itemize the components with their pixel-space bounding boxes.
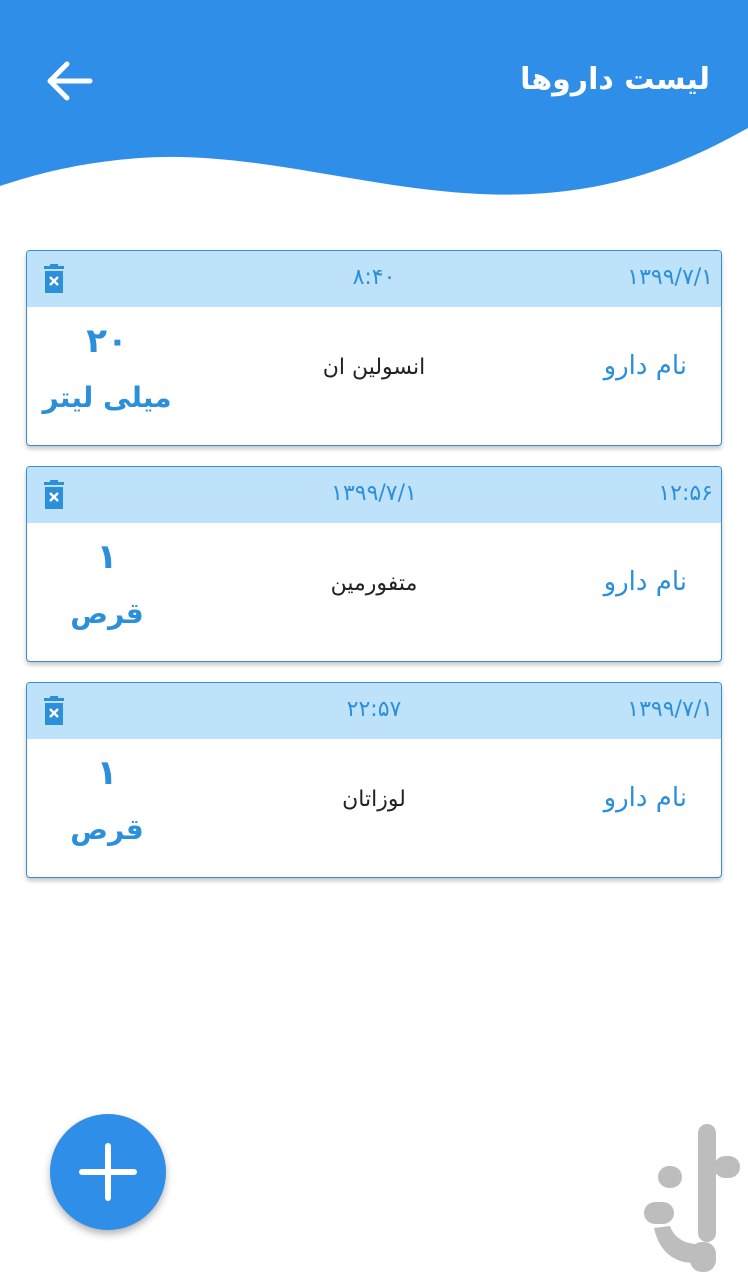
medication-name-label: نام دارو [603, 567, 687, 597]
dose-amount: ۲۰ [86, 321, 128, 361]
page-title: لیست داروها [520, 62, 710, 97]
medication-card: ۱۳۹۹/۷/۱ ۸:۴۰ نام دارو انسولین ان ۲۰ میل… [26, 250, 722, 446]
header-wave-background [0, 0, 748, 195]
bazaar-logo [640, 1116, 744, 1276]
medication-name: لوزاتان [342, 787, 406, 812]
card-time: ۱۲:۵۶ [658, 481, 713, 506]
trash-icon [44, 480, 64, 509]
medication-card: ۱۲:۵۶ ۱۳۹۹/۷/۱ نام دارو متفورمین ۱ قرص [26, 466, 722, 662]
add-medication-button[interactable] [50, 1114, 166, 1230]
medication-name-label: نام دارو [603, 351, 687, 381]
delete-button[interactable] [41, 480, 67, 510]
dose-unit: میلی لیتر [42, 381, 172, 414]
medication-name: انسولین ان [322, 355, 426, 380]
card-date: ۱۳۹۹/۷/۱ [627, 697, 713, 722]
card-time: ۲۲:۵۷ [346, 697, 402, 722]
delete-button[interactable] [41, 696, 67, 726]
medication-name: متفورمین [330, 571, 418, 596]
plus-icon [79, 1143, 137, 1201]
card-date: ۱۳۹۹/۷/۱ [627, 265, 713, 290]
dose-unit: قرص [70, 813, 144, 846]
card-time: ۸:۴۰ [352, 265, 396, 290]
dose-amount: ۱ [96, 537, 118, 577]
header: لیست داروها [0, 0, 748, 200]
card-header: ۱۲:۵۶ ۱۳۹۹/۷/۱ [27, 467, 721, 523]
dose-unit: قرص [70, 597, 144, 630]
arrow-left-icon [47, 61, 93, 101]
card-date: ۱۳۹۹/۷/۱ [331, 481, 417, 506]
trash-icon [44, 264, 64, 293]
trash-icon [44, 696, 64, 725]
card-header: ۱۳۹۹/۷/۱ ۸:۴۰ [27, 251, 721, 307]
medication-name-label: نام دارو [603, 783, 687, 813]
delete-button[interactable] [41, 264, 67, 294]
bazaar-logo-icon [644, 1124, 740, 1272]
card-header: ۱۳۹۹/۷/۱ ۲۲:۵۷ [27, 683, 721, 739]
medication-card: ۱۳۹۹/۷/۱ ۲۲:۵۷ نام دارو لوزاتان ۱ قرص [26, 682, 722, 878]
dose-amount: ۱ [96, 753, 118, 793]
back-button[interactable] [40, 56, 98, 106]
